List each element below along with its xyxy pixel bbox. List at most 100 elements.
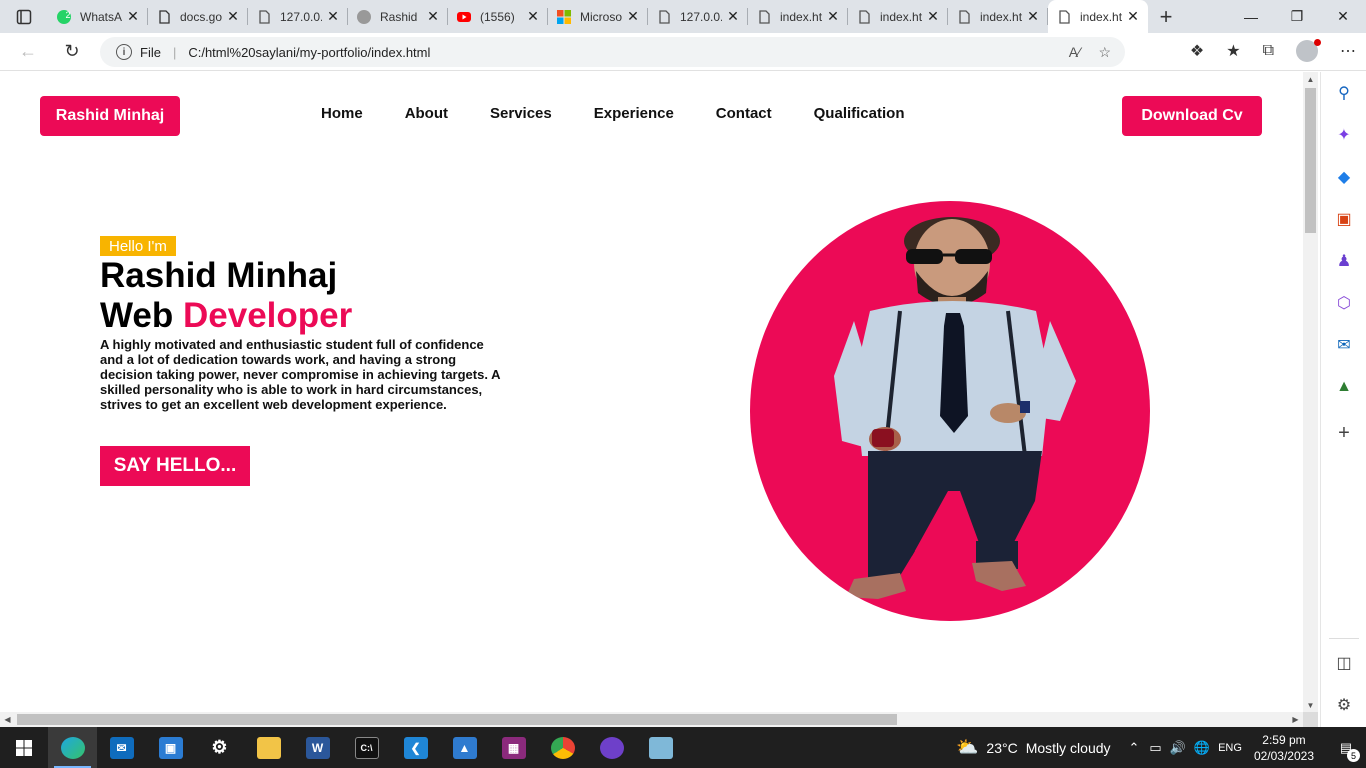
vertical-scroll-thumb[interactable]	[1305, 88, 1316, 233]
tab-title: index.html	[780, 9, 822, 24]
scroll-left-arrow-icon[interactable]: ◀	[0, 712, 15, 727]
scrollbar-corner	[1303, 712, 1318, 727]
tab-close-icon[interactable]: ✕	[1126, 8, 1140, 25]
settings-more-icon[interactable]: ⋯	[1340, 41, 1356, 61]
taskbar-explorer[interactable]	[244, 727, 293, 768]
shopping-tag-icon[interactable]: ◆	[1333, 166, 1355, 188]
drop-tree-icon[interactable]: ▲	[1333, 376, 1355, 398]
taskbar-mail[interactable]: ✉	[97, 727, 146, 768]
logo-button[interactable]: Rashid Minhaj	[40, 96, 180, 136]
start-button[interactable]	[0, 727, 48, 768]
add-sidebar-app-icon[interactable]: +	[1333, 422, 1355, 444]
new-tab-button[interactable]: +	[1148, 0, 1184, 33]
back-button[interactable]: ←	[8, 34, 48, 70]
minimize-button[interactable]: —	[1228, 0, 1274, 33]
browser-tab[interactable]: Rashid ✕	[348, 0, 448, 33]
outlook-icon[interactable]: ✉	[1333, 334, 1355, 356]
tools-icon[interactable]: ▣	[1333, 208, 1355, 230]
browser-tab[interactable]: 127.0.0.1 ✕	[648, 0, 748, 33]
page-icon	[756, 9, 772, 25]
taskbar-terminal[interactable]: C:\	[342, 727, 391, 768]
tab-actions-button[interactable]	[0, 0, 48, 33]
browser-tab[interactable]: 2 WhatsApp ✕	[48, 0, 148, 33]
favorites-icon[interactable]: ★	[1226, 41, 1240, 61]
nav-experience[interactable]: Experience	[594, 105, 674, 122]
scroll-down-arrow-icon[interactable]: ▼	[1303, 698, 1318, 712]
volume-icon[interactable]: 🔊	[1170, 740, 1186, 756]
taskbar-winrar[interactable]: ▦	[489, 727, 538, 768]
browser-tab[interactable]: Microsoft ✕	[548, 0, 648, 33]
browser-tab[interactable]: index.html ✕	[1048, 0, 1148, 33]
page-icon	[656, 9, 672, 25]
tab-close-icon[interactable]: ✕	[626, 8, 640, 25]
sidebar-settings-icon[interactable]: ⚙	[1333, 694, 1355, 716]
horizontal-scroll-thumb[interactable]	[17, 714, 897, 725]
role-prefix: Web	[100, 296, 174, 335]
scroll-right-arrow-icon[interactable]: ▶	[1288, 712, 1303, 727]
taskbar-word[interactable]: W	[293, 727, 342, 768]
read-aloud-icon[interactable]: A⁄	[1069, 44, 1081, 61]
collections-icon[interactable]: ⧉	[1263, 42, 1274, 60]
tab-close-icon[interactable]: ✕	[826, 8, 840, 25]
tab-close-icon[interactable]: ✕	[726, 8, 740, 25]
address-input[interactable]: i File | C:/html%20saylani/my-portfolio/…	[100, 37, 1125, 67]
tab-title: index.html	[880, 9, 922, 24]
extensions-icon[interactable]: ❖	[1190, 41, 1204, 61]
tab-close-icon[interactable]: ✕	[226, 8, 240, 25]
say-hello-button[interactable]: SAY HELLO...	[100, 446, 250, 486]
nav-services[interactable]: Services	[490, 105, 552, 122]
taskbar-github[interactable]	[587, 727, 636, 768]
clock-date: 02/03/2023	[1253, 748, 1314, 763]
vertical-scrollbar[interactable]: ▲ ▼	[1303, 72, 1318, 712]
taskbar-settings[interactable]: ⚙	[195, 727, 244, 768]
games-icon[interactable]: ♟	[1333, 250, 1355, 272]
refresh-button[interactable]: ↻	[52, 34, 92, 70]
nav-contact[interactable]: Contact	[716, 105, 772, 122]
nav-about[interactable]: About	[405, 105, 448, 122]
tab-close-icon[interactable]: ✕	[326, 8, 340, 25]
browser-tab[interactable]: docs.google ✕	[148, 0, 248, 33]
scroll-up-arrow-icon[interactable]: ▲	[1303, 72, 1318, 86]
taskbar-photos[interactable]: ▲	[440, 727, 489, 768]
taskbar-chrome[interactable]	[538, 727, 587, 768]
windows-logo-icon	[16, 739, 32, 756]
tab-close-icon[interactable]: ✕	[926, 8, 940, 25]
search-icon[interactable]: ⚲	[1333, 82, 1355, 104]
browser-tab[interactable]: index.html ✕	[748, 0, 848, 33]
tab-close-icon[interactable]: ✕	[1026, 8, 1040, 25]
page-viewport: Rashid Minhaj Home About Services Experi…	[0, 72, 1303, 712]
close-window-button[interactable]: ✕	[1320, 0, 1366, 33]
copilot-icon[interactable]: ✦	[1333, 124, 1355, 146]
taskbar-notepad[interactable]	[636, 727, 685, 768]
nav-home[interactable]: Home	[321, 105, 363, 122]
battery-icon[interactable]: ▭	[1149, 740, 1161, 756]
info-icon[interactable]: i	[116, 44, 132, 60]
office-icon[interactable]: ⬡	[1333, 292, 1355, 314]
profile-avatar[interactable]	[1296, 39, 1321, 62]
horizontal-scrollbar[interactable]: ◀ ▶	[0, 712, 1303, 727]
browser-tab[interactable]: index.html ✕	[948, 0, 1048, 33]
microsoft-icon	[556, 9, 572, 25]
tab-close-icon[interactable]: ✕	[526, 8, 540, 25]
nav-qualification[interactable]: Qualification	[814, 105, 905, 122]
show-hidden-icons-chevron-icon[interactable]: ⌃	[1129, 740, 1140, 756]
browser-tab[interactable]: index.html ✕	[848, 0, 948, 33]
chrome-icon	[550, 736, 575, 759]
tab-close-icon[interactable]: ✕	[426, 8, 440, 25]
clock[interactable]: 2:59 pm 02/03/2023	[1254, 732, 1314, 764]
browser-tab[interactable]: (1556) ✕	[448, 0, 548, 33]
docs-icon	[156, 9, 172, 25]
taskbar-edge[interactable]	[48, 727, 97, 768]
network-globe-icon[interactable]: 🌐	[1194, 740, 1210, 756]
weather-widget[interactable]: ⛅ 23°C Mostly cloudy	[956, 737, 1111, 758]
browser-tab[interactable]: 127.0.0.1 ✕	[248, 0, 348, 33]
taskbar-store[interactable]: ▣	[146, 727, 195, 768]
notification-center-button[interactable]: ▤ 5	[1326, 727, 1366, 768]
language-indicator[interactable]: ENG	[1218, 742, 1242, 754]
tab-close-icon[interactable]: ✕	[126, 8, 140, 25]
taskbar-vscode[interactable]: ❮	[391, 727, 440, 768]
download-cv-button[interactable]: Download Cv	[1122, 96, 1262, 136]
hide-sidebar-icon[interactable]: ◫	[1333, 652, 1355, 674]
restore-button[interactable]: ❐	[1274, 0, 1320, 33]
add-favorite-icon[interactable]: ☆	[1098, 44, 1111, 61]
